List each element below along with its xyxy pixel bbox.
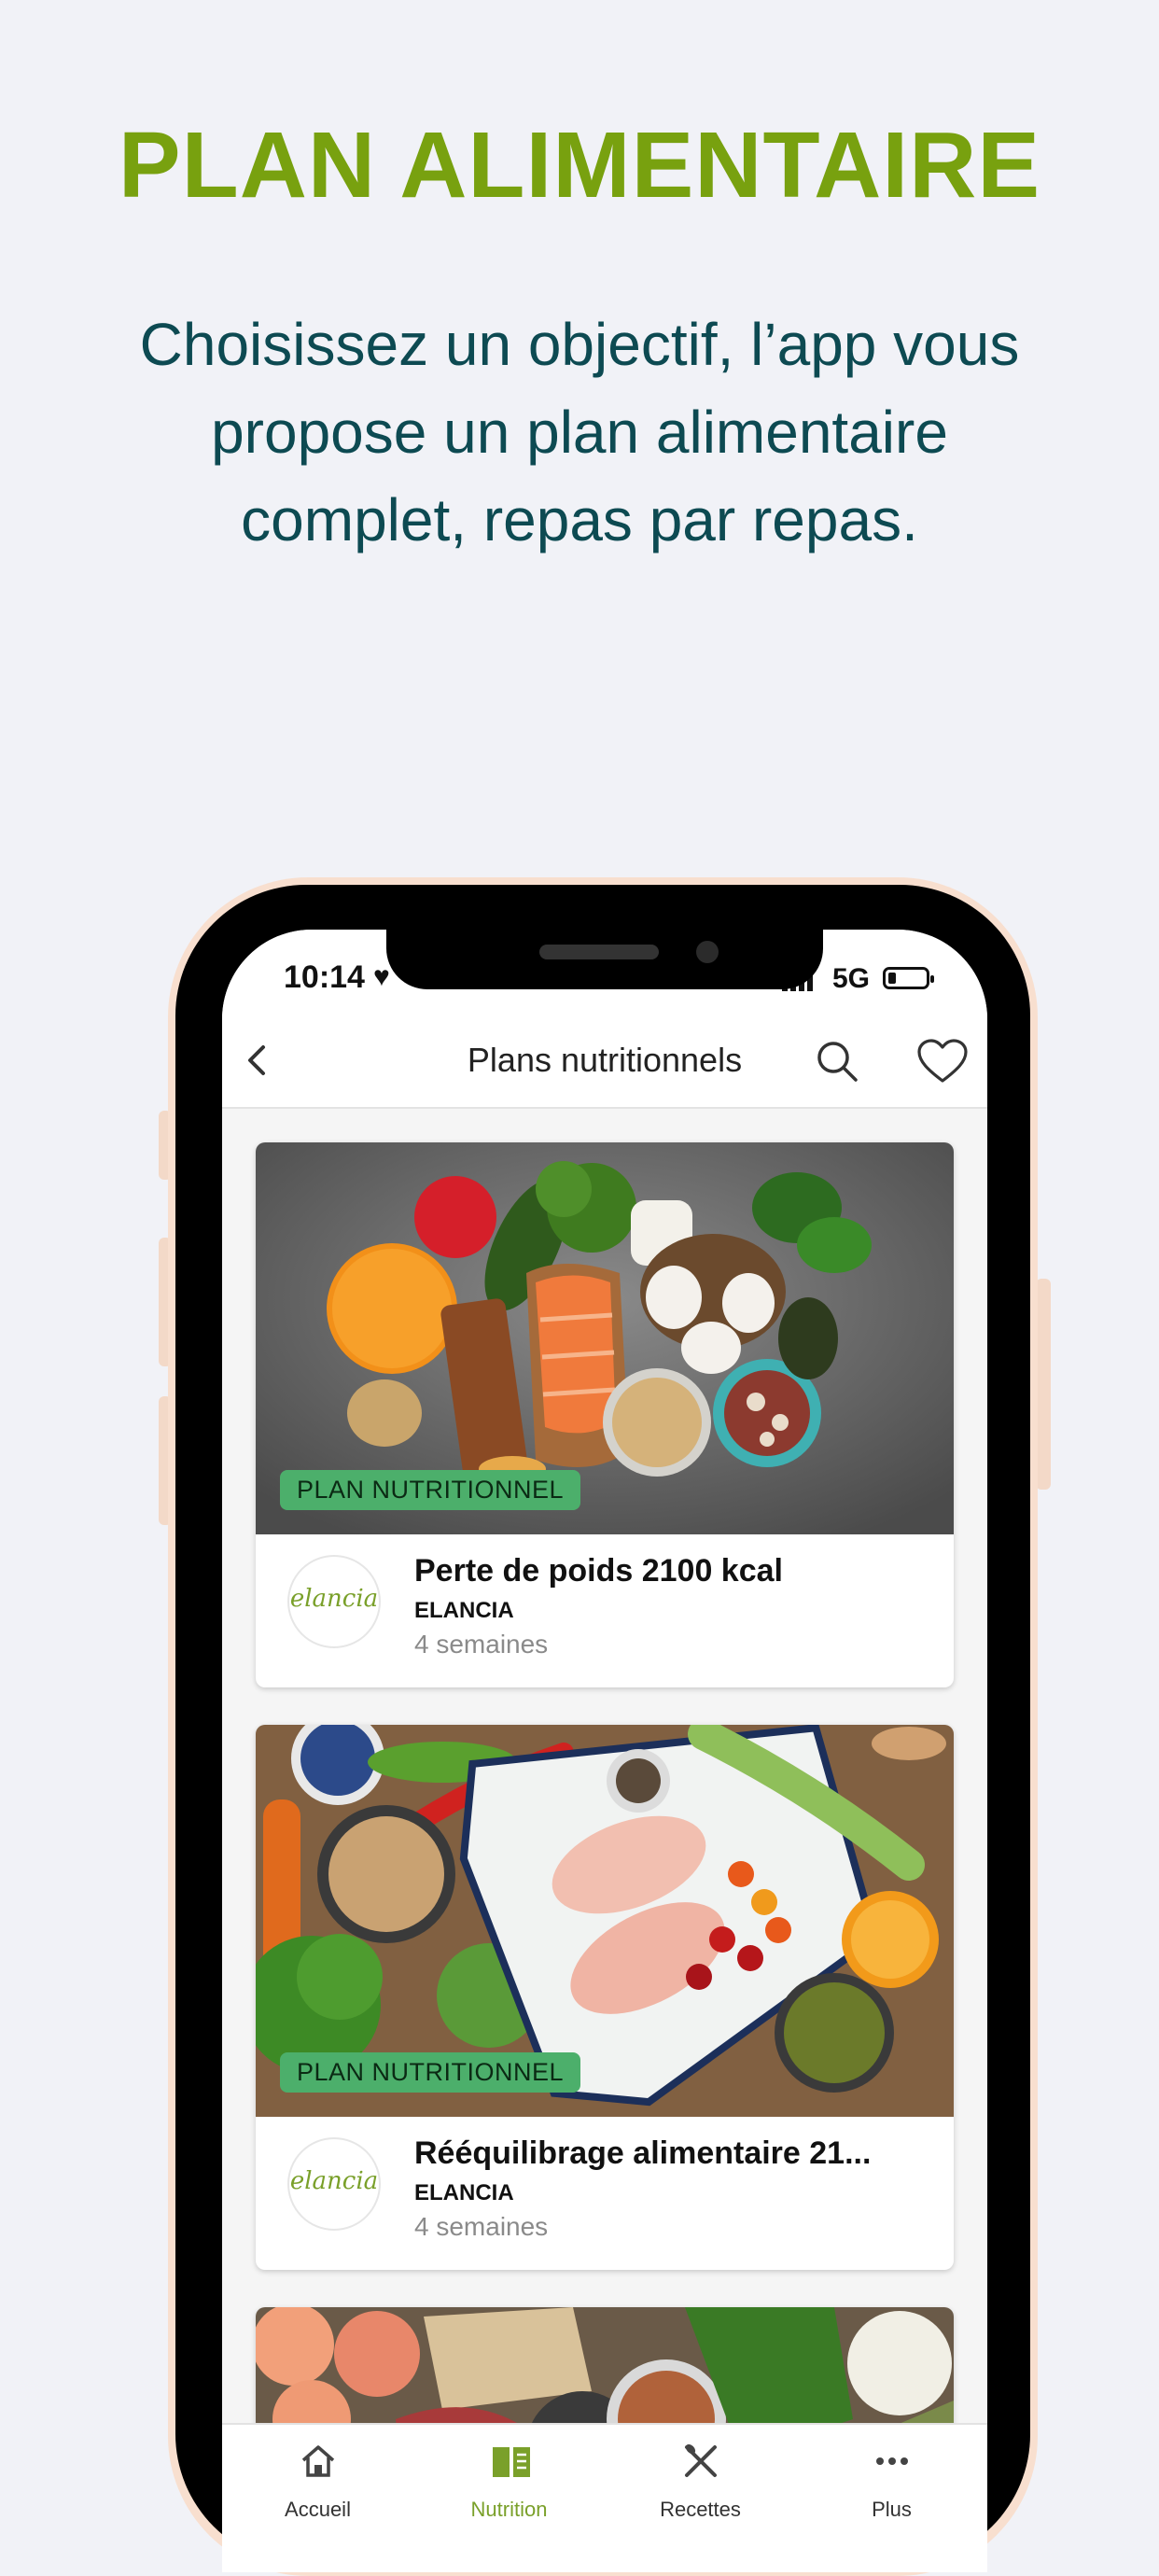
plan-image-salmon: PLAN NUTRITIONNEL [256,1142,954,1534]
phone-camera [696,941,719,963]
network-type: 5G [832,963,871,994]
page-subtitle: Choisissez un objectif, l’app vous propo… [139,311,1020,553]
heart-status-icon: ♥ [373,961,390,992]
home-icon [301,2445,335,2477]
utensils-icon [685,2443,717,2477]
brand-logo: elancia [287,2137,381,2231]
more-icon [876,2457,908,2465]
battery-level [888,973,896,984]
page-headline: PLAN ALIMENTAIRE [118,113,1041,217]
plan-badge: PLAN NUTRITIONNEL [280,1470,581,1510]
plan-image-chicken: PLAN NUTRITIONNEL [256,1725,954,2117]
phone-power-button [1036,1279,1051,1490]
tab-label: Recettes [660,2498,741,2521]
heart-icon[interactable] [916,1038,969,1085]
logo-wordmark: elancia [289,2167,379,2195]
plan-card[interactable]: PLAN NUTRITIONNEL elancia Rééquilibrage … [256,1725,954,2270]
logo-wordmark: elancia [289,1585,379,1613]
tab-nutrition[interactable]: Nutrition [413,2425,605,2572]
plan-brand: ELANCIA [414,2180,514,2205]
search-icon[interactable] [814,1038,860,1085]
battery-icon [883,967,934,989]
plan-duration: 4 semaines [414,1630,549,1659]
tab-label: Plus [872,2498,912,2521]
status-time: 10:14 [284,959,365,995]
chevron-left-icon[interactable] [237,1040,278,1081]
plan-title: Perte de poids 2100 kcal [414,1553,783,1589]
plan-brand: ELANCIA [414,1598,514,1623]
book-icon [493,2447,530,2477]
plan-duration: 4 semaines [414,2212,549,2241]
plan-title: Rééquilibrage alimentaire 21... [414,2135,872,2171]
tab-accueil[interactable]: Accueil [222,2425,413,2572]
tab-plus[interactable]: Plus [796,2425,987,2572]
plan-badge: PLAN NUTRITIONNEL [280,2052,581,2093]
tab-label: Accueil [285,2498,351,2521]
phone-speaker [539,945,659,959]
brand-logo: elancia [287,1555,381,1648]
plan-card[interactable]: PLAN NUTRITIONNEL elancia Perte de poids… [256,1142,954,1687]
page-title: Plans nutritionnels [467,1041,743,1079]
tab-recettes[interactable]: Recettes [605,2425,796,2572]
phone-screen: 10:14 ♥ 5G Plans nutritionnels PLAN NUTR… [222,930,987,2572]
nav-bar: Plans nutritionnels [222,1014,987,1109]
tab-label: Nutrition [470,2498,548,2521]
tab-bar: Accueil Nutrition Recettes Plus [222,2423,987,2572]
